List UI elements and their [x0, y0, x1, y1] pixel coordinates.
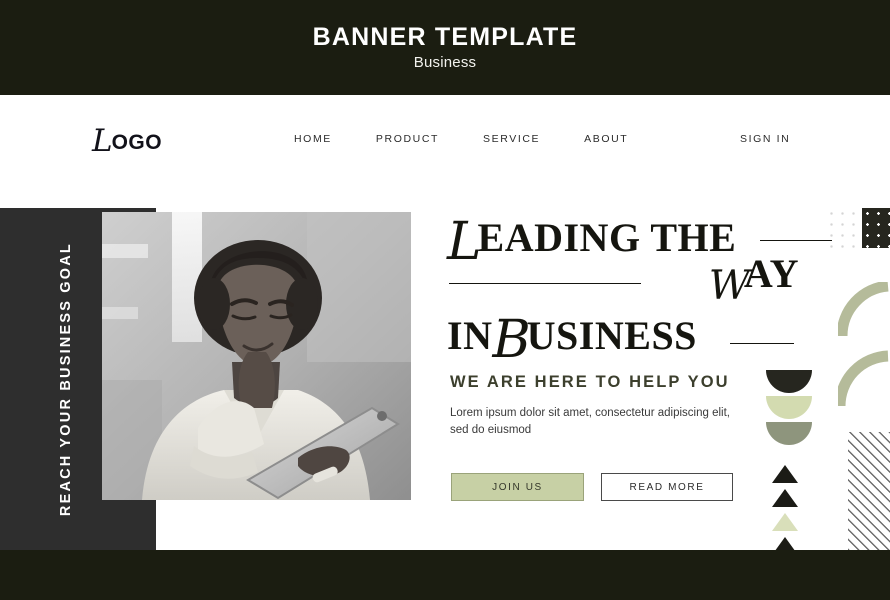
half-circle-dark [766, 370, 812, 393]
headline-line3-prefix: IN [447, 313, 493, 358]
triangle-3 [772, 513, 798, 531]
banner-title: BANNER TEMPLATE [312, 22, 578, 51]
half-circle-gray [766, 422, 812, 445]
hero-subheading: WE ARE HERE TO HELP YOU [450, 373, 730, 391]
headline-script-w: W [708, 263, 750, 309]
hero-body-text: Lorem ipsum dolor sit amet, consectetur … [450, 407, 730, 436]
nav-menu: HOME PRODUCT SERVICE ABOUT [294, 133, 628, 145]
triangle-2 [772, 489, 798, 507]
hero-photo [102, 212, 411, 500]
triangle-1 [772, 465, 798, 483]
banner-subtitle: Business [413, 54, 477, 72]
diagonal-stripes-icon [848, 432, 890, 550]
hero-photo-illustration [102, 212, 411, 500]
headline-rule-right [760, 240, 832, 241]
logo-text: OGO [111, 131, 163, 154]
bottom-bar [0, 550, 890, 600]
half-circle-sage [766, 396, 812, 419]
nav-item-product[interactable]: PRODUCT [376, 133, 439, 145]
headline-rule-left [449, 283, 641, 284]
top-banner: BANNER TEMPLATE Business [0, 0, 890, 95]
banner-canvas: BANNER TEMPLATE Business L OGO HOME PROD… [0, 0, 890, 600]
headline-rule-bottom [730, 343, 794, 344]
triangle-stack-icon [772, 465, 808, 560]
hero-headline: LEADING THE WAY INBUSINESS [447, 210, 847, 366]
sign-in-link[interactable]: SIGN IN [740, 133, 790, 145]
join-us-button[interactable]: JOIN US [451, 473, 584, 501]
nav-item-home[interactable]: HOME [294, 133, 332, 145]
headline-line3-text: USINESS [526, 313, 697, 358]
headline-line1-text: EADING THE [477, 215, 737, 260]
logo[interactable]: L OGO [92, 123, 163, 159]
white-spacer-block [156, 500, 832, 550]
vertical-tagline: REACH YOUR BUSINESS GOAL [58, 241, 74, 517]
headline-script-b: B [492, 310, 530, 370]
nav-item-service[interactable]: SERVICE [483, 133, 540, 145]
read-more-button[interactable]: READ MORE [601, 473, 733, 501]
nav-item-about[interactable]: ABOUT [584, 133, 628, 145]
logo-script-letter: L [92, 123, 113, 159]
half-circle-stack-icon [766, 370, 812, 448]
headline-line2-text: AY [743, 251, 799, 296]
headline-line-3: INBUSINESS [447, 310, 847, 366]
headline-line-2: WAY [447, 254, 847, 310]
